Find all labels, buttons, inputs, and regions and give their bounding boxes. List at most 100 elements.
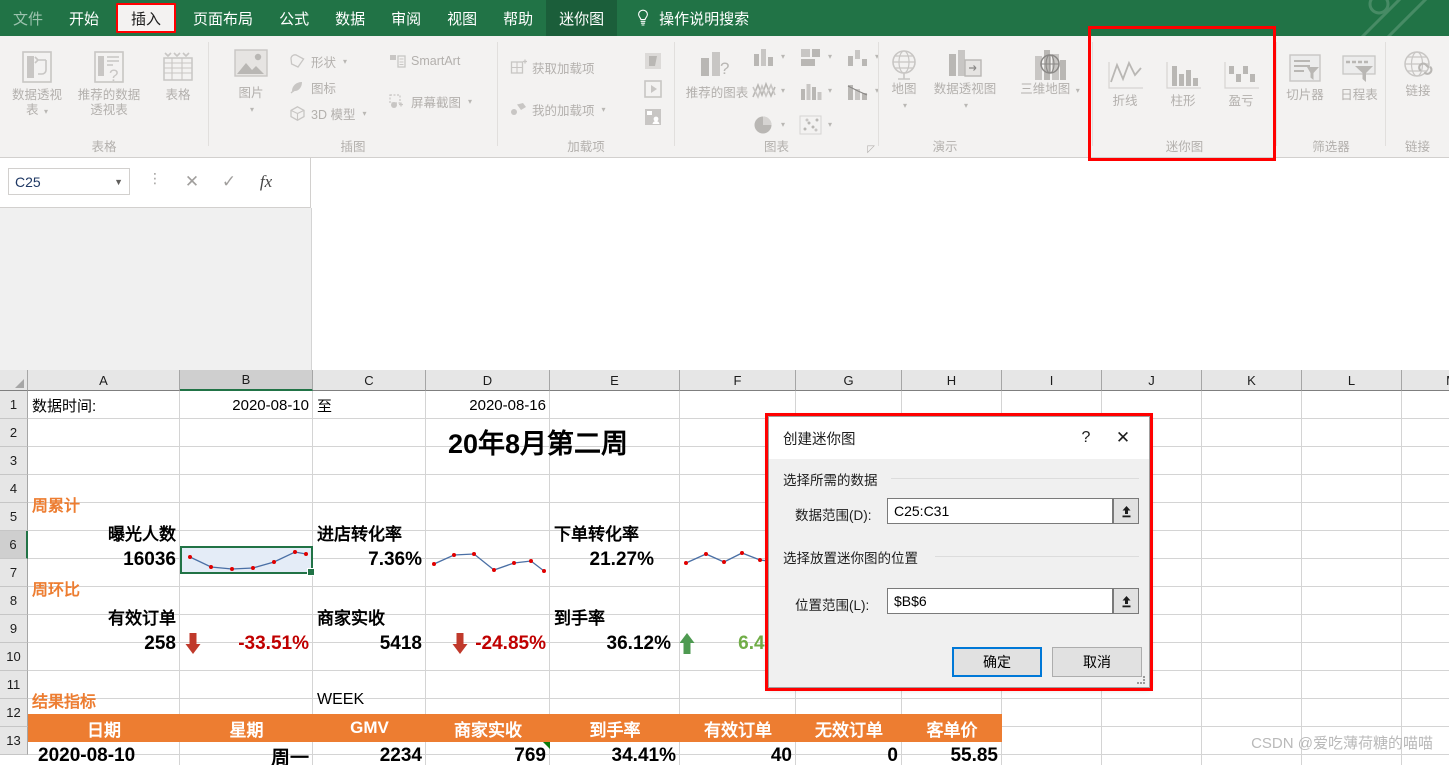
row-header-9[interactable]: 9 <box>0 615 28 643</box>
cell-E5[interactable]: 下单转化率 <box>550 518 680 546</box>
dialog-title-bar[interactable]: 创建迷你图 ? ✕ <box>769 417 1149 459</box>
dialog-help-button[interactable]: ? <box>1069 423 1103 453</box>
people-graph-icon[interactable] <box>642 106 664 128</box>
pictures-button[interactable]: 图片 ▾ <box>223 48 279 117</box>
column-header-C[interactable]: C <box>313 370 426 391</box>
tab-home[interactable]: 开始 <box>56 0 112 36</box>
3d-map-button[interactable]: 三维地图 ▾ <box>1020 50 1080 98</box>
table-button[interactable]: 表格 <box>150 48 206 103</box>
tab-help[interactable]: 帮助 <box>490 0 546 36</box>
dialog-close-button[interactable]: ✕ <box>1103 423 1143 453</box>
3d-model-button[interactable]: 3D 模型 ▾ <box>289 100 366 126</box>
cell-A11-section-header[interactable]: 结果指标 <box>28 686 180 714</box>
get-addins-button[interactable]: 获取加载项 <box>510 54 606 80</box>
hyperlink-button[interactable]: 链接 <box>1390 48 1446 99</box>
cell-A7-section-header[interactable]: 周环比 <box>28 574 180 602</box>
recommended-charts-button[interactable]: ? 推荐的图表 <box>685 48 749 101</box>
chevron-down-icon[interactable]: ▼ <box>114 177 123 187</box>
sparkline-store-conversion[interactable] <box>426 546 550 574</box>
pie-chart-icon[interactable] <box>751 114 777 136</box>
cell-E12[interactable]: 到手率 <box>550 714 680 742</box>
location-range-input[interactable]: $B$6 <box>887 588 1113 614</box>
scatter-chart-icon[interactable] <box>798 114 824 136</box>
column-header-G[interactable]: G <box>796 370 902 391</box>
pivot-table-button[interactable]: 数据透视表 ▾ <box>6 48 68 119</box>
cell-C6[interactable]: 7.36% <box>313 546 426 574</box>
sparkline-exposure[interactable] <box>180 546 313 574</box>
cell-G13[interactable]: 0 <box>796 742 902 765</box>
cell-area[interactable]: 数据时间: 2020-08-10 至 2020-08-16 20年8月第二周 周… <box>28 391 1449 765</box>
location-range-picker-button[interactable] <box>1113 588 1139 614</box>
column-chart-icon[interactable] <box>751 46 777 68</box>
cell-A12[interactable]: 日期 <box>28 714 180 742</box>
cell-D1[interactable]: 2020-08-16 <box>426 391 550 419</box>
chevron-down-icon[interactable]: ▾ <box>781 120 785 129</box>
cell-C1[interactable]: 至 <box>313 391 426 419</box>
column-header-K[interactable]: K <box>1202 370 1302 391</box>
row-header-8[interactable]: 8 <box>0 587 28 615</box>
cell-A4-section-header[interactable]: 周累计 <box>28 490 180 518</box>
recommended-pivot-button[interactable]: ? 推荐的数据透视表 <box>72 48 146 118</box>
my-addins-button[interactable]: 我的加载项 ▾ <box>510 96 606 122</box>
tab-view[interactable]: 视图 <box>434 0 490 36</box>
tab-sparkline[interactable]: 迷你图 <box>546 0 618 36</box>
cell-C12[interactable]: GMV <box>313 714 426 742</box>
pivot-chart-button[interactable]: 数据透视图 ▾ <box>929 48 1001 113</box>
data-range-picker-button[interactable] <box>1113 498 1139 524</box>
cell-D12[interactable]: 商家实收 <box>426 714 550 742</box>
row-header-3[interactable]: 3 <box>0 447 28 475</box>
cell-H13[interactable]: 55.85 <box>902 742 1002 765</box>
hierarchy-chart-icon[interactable] <box>798 46 824 68</box>
cell-B12[interactable]: 星期 <box>180 714 313 742</box>
cell-D2-title[interactable]: 20年8月第二周 <box>313 419 763 463</box>
cell-C5[interactable]: 进店转化率 <box>313 518 443 546</box>
dialog-ok-button[interactable]: 确定 <box>952 647 1042 677</box>
cell-C9[interactable]: 5418 <box>313 630 426 658</box>
row-header-2[interactable]: 2 <box>0 419 28 447</box>
smartart-button[interactable]: SmartArt <box>389 48 472 74</box>
insert-function-button[interactable]: fx <box>249 168 283 195</box>
row-header-6[interactable]: 6 <box>0 531 28 559</box>
chevron-down-icon[interactable]: ▾ <box>781 86 785 95</box>
cell-A9[interactable]: 258 <box>28 630 180 658</box>
cell-H12[interactable]: 客单价 <box>902 714 1002 742</box>
shapes-button[interactable]: 形状 ▾ <box>289 48 366 74</box>
chevron-down-icon[interactable]: ▾ <box>828 120 832 129</box>
slicer-button[interactable]: 切片器 <box>1279 52 1331 103</box>
screenshot-button[interactable]: 屏幕截图 ▾ <box>389 88 472 114</box>
waterfall-chart-icon[interactable] <box>845 46 871 68</box>
column-header-J[interactable]: J <box>1102 370 1202 391</box>
tab-review[interactable]: 审阅 <box>378 0 434 36</box>
chevron-down-icon[interactable]: ▾ <box>781 52 785 61</box>
column-header-B[interactable]: B <box>180 370 313 391</box>
column-header-E[interactable]: E <box>550 370 680 391</box>
chevron-down-icon[interactable]: ▾ <box>828 86 832 95</box>
cell-C8[interactable]: 商家实收 <box>313 602 443 630</box>
cancel-entry-button[interactable]: ✕ <box>175 168 209 195</box>
cell-D13[interactable]: 769 <box>426 742 550 765</box>
column-header-H[interactable]: H <box>902 370 1002 391</box>
column-header-A[interactable]: A <box>28 370 180 391</box>
name-box[interactable]: C25 ▼ <box>8 168 130 195</box>
line-chart-icon[interactable] <box>751 80 777 102</box>
row-header-1[interactable]: 1 <box>0 391 28 419</box>
chevron-down-icon[interactable]: ▾ <box>828 52 832 61</box>
cell-B1[interactable]: 2020-08-10 <box>180 391 313 419</box>
tab-formulas[interactable]: 公式 <box>266 0 322 36</box>
row-header-13[interactable]: 13 <box>0 727 28 755</box>
timeline-button[interactable]: 日程表 <box>1333 52 1385 103</box>
column-header-M[interactable]: M <box>1402 370 1449 391</box>
row-header-5[interactable]: 5 <box>0 503 28 531</box>
cell-G12[interactable]: 无效订单 <box>796 714 902 742</box>
cell-A1[interactable]: 数据时间: <box>28 391 180 419</box>
formula-input[interactable] <box>310 158 1449 208</box>
cell-E9[interactable]: 36.12% <box>550 630 675 658</box>
cell-D9[interactable]: -24.85% <box>473 630 550 658</box>
row-header-11[interactable]: 11 <box>0 671 28 699</box>
cell-F13[interactable]: 40 <box>680 742 796 765</box>
sparkline-winloss-button[interactable]: 盈亏 <box>1215 54 1267 109</box>
cell-C13[interactable]: 2234 <box>313 742 426 765</box>
column-header-I[interactable]: I <box>1002 370 1102 391</box>
confirm-entry-button[interactable]: ✓ <box>212 168 246 195</box>
sparkline-line-button[interactable]: 折线 <box>1099 54 1151 109</box>
